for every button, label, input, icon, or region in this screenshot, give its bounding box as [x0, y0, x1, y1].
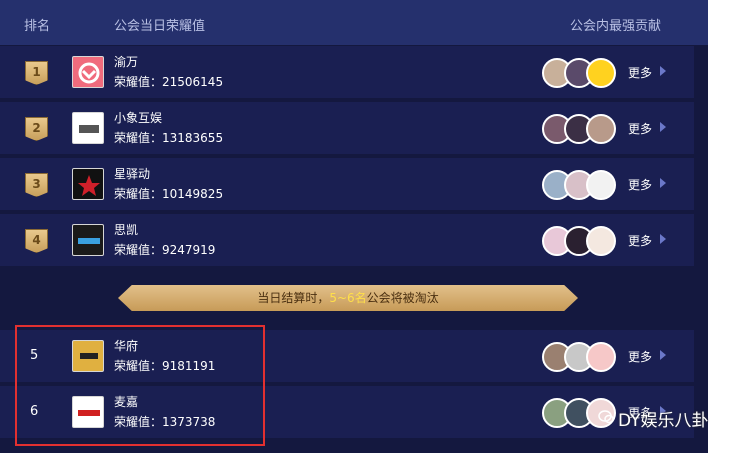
table-row[interactable]: 2 小象互娱 荣耀值：13183655 更多	[0, 102, 694, 154]
top-contributors	[542, 342, 622, 372]
avatar[interactable]	[586, 226, 616, 256]
header-rank: 排名	[24, 19, 51, 34]
highlight-box	[15, 325, 265, 446]
table-row[interactable]: 1 渝万 荣耀值：21506145 更多	[0, 46, 694, 98]
chevron-right-icon[interactable]	[660, 178, 666, 188]
header-contrib: 公会内最强贡献	[570, 19, 662, 34]
top-contributors	[542, 170, 622, 200]
rank-medal-icon: 1	[25, 61, 48, 85]
top-contributors	[542, 114, 622, 144]
guild-score: 荣耀值：10149825	[114, 187, 224, 201]
elimination-banner: 当日结算时，5~6名公会将被淘汰	[118, 285, 578, 311]
avatar[interactable]	[586, 170, 616, 200]
guild-name: 思凯	[114, 223, 139, 237]
more-link[interactable]: 更多	[628, 176, 652, 193]
more-link[interactable]: 更多	[628, 64, 652, 81]
avatar[interactable]	[586, 342, 616, 372]
chevron-right-icon[interactable]	[660, 66, 666, 76]
banner-text-post: 公会将被淘汰	[366, 291, 439, 305]
guild-score: 荣耀值：9247919	[114, 243, 216, 257]
more-link[interactable]: 更多	[628, 232, 652, 249]
guild-logo	[72, 112, 104, 144]
chevron-right-icon[interactable]	[660, 234, 666, 244]
top-contributors	[542, 226, 622, 256]
guild-ranking-panel: 排名 公会当日荣耀值 公会内最强贡献 1 渝万 荣耀值：21506145 更多 …	[0, 0, 708, 453]
avatar[interactable]	[586, 114, 616, 144]
top-contributors	[542, 58, 622, 88]
chevron-right-icon[interactable]	[660, 122, 666, 132]
banner-highlight: 5~6名	[329, 291, 367, 305]
table-header: 排名 公会当日荣耀值 公会内最强贡献	[0, 0, 708, 45]
header-honor: 公会当日荣耀值	[114, 19, 206, 34]
rank-medal-icon: 2	[25, 117, 48, 141]
guild-name: 小象互娱	[114, 111, 163, 125]
avatar[interactable]	[586, 58, 616, 88]
more-link[interactable]: 更多	[628, 348, 652, 365]
watermark: DY娱乐八卦	[618, 411, 709, 431]
guild-name: 星驿动	[114, 167, 151, 181]
guild-logo	[72, 224, 104, 256]
guild-logo	[72, 168, 104, 200]
more-link[interactable]: 更多	[628, 120, 652, 137]
chevron-right-icon[interactable]	[660, 350, 666, 360]
table-row[interactable]: 3 星驿动 荣耀值：10149825 更多	[0, 158, 694, 210]
table-row[interactable]: 4 思凯 荣耀值：9247919 更多	[0, 214, 694, 266]
guild-score: 荣耀值：13183655	[114, 131, 224, 145]
rank-medal-icon: 4	[25, 229, 48, 253]
banner-text-pre: 当日结算时，	[257, 291, 330, 305]
guild-score: 荣耀值：21506145	[114, 75, 224, 89]
guild-logo	[72, 56, 104, 88]
guild-name: 渝万	[114, 55, 139, 69]
rank-medal-icon: 3	[25, 173, 48, 197]
chat-bubble-icon	[598, 410, 614, 424]
